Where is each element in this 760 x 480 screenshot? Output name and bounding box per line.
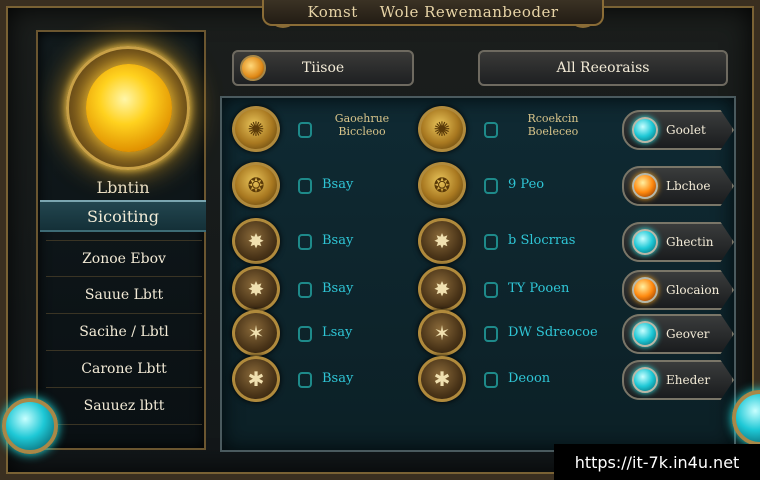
medal-icon[interactable]: ✸	[232, 218, 280, 264]
reward-row: ✺ Gaoehrue Biccleoo ✺ Rcoekcin Boeleceo …	[232, 106, 734, 154]
reward-row: ✱ Bsay ✱ Deoon Eheder	[232, 356, 734, 404]
medal-icon[interactable]: ✱	[232, 356, 280, 402]
corner-teal-orb-icon	[2, 398, 58, 454]
reward-action-button[interactable]: Geover	[622, 314, 734, 354]
tab-left-label: Tiisoe	[302, 60, 345, 76]
left-menu-item[interactable]: Carone Lbtt	[46, 351, 202, 388]
teal-gem-icon	[632, 367, 658, 393]
reward-left-text: Bsay	[322, 177, 354, 192]
reward-right-text: TY Pooen	[508, 281, 570, 296]
medal-icon[interactable]: ✺	[418, 106, 466, 152]
reward-right-text: Rcoekcin Boeleceo	[527, 112, 579, 138]
slot-icon	[298, 326, 312, 342]
slot-icon	[484, 178, 498, 194]
teal-gem-icon	[632, 229, 658, 255]
reward-left-text: Bsay	[322, 281, 354, 296]
reward-action-label: Goolet	[666, 123, 706, 137]
reward-left-text: Bsay	[322, 233, 354, 248]
reward-action-label: Lbchoe	[666, 179, 711, 193]
left-menu-item[interactable]: Sacihe / Lbtl	[46, 314, 202, 351]
reward-action-label: Glocaion	[666, 283, 720, 297]
medal-icon[interactable]: ❂	[418, 162, 466, 208]
medal-icon[interactable]: ✸	[418, 218, 466, 264]
medal-icon[interactable]: ✶	[232, 310, 280, 356]
slot-icon	[298, 178, 312, 194]
amber-gem-icon	[632, 277, 658, 303]
reward-row: ✸ Bsay ✸ TY Pooen Glocaion	[232, 266, 734, 314]
left-panel-heading: Lbntin	[96, 178, 150, 197]
left-menu-selected-item[interactable]: Sicoiting	[40, 200, 206, 232]
tab-left-header[interactable]: Tiisoe	[232, 50, 414, 86]
reward-action-button[interactable]: Eheder	[622, 360, 734, 400]
reward-right-text: 9 Peo	[508, 177, 545, 192]
left-menu-item[interactable]: Sauuez lbtt	[46, 388, 202, 425]
medal-icon[interactable]: ✸	[232, 266, 280, 312]
reward-action-label: Geover	[666, 327, 710, 341]
left-menu-item[interactable]: Zonoe Ebov	[46, 240, 202, 277]
medal-icon[interactable]: ✸	[418, 266, 466, 312]
reward-action-button[interactable]: Goolet	[622, 110, 734, 150]
medal-icon[interactable]: ✱	[418, 356, 466, 402]
slot-icon	[298, 122, 312, 138]
reward-right-text: b Slocrras	[508, 233, 576, 248]
reward-left-text: Bsay	[322, 371, 354, 386]
teal-gem-icon	[632, 117, 658, 143]
coin-icon	[240, 55, 266, 81]
reward-row: ✶ Lsay ✶ DW Sdreocoe Geover	[232, 310, 734, 358]
watermark-url: https://it-7k.in4u.net	[554, 444, 760, 480]
title-bar: Komst Wole Rewemanbeoder	[262, 0, 604, 26]
reward-right-text: DW Sdreocoe	[508, 325, 598, 340]
amber-gem-icon	[632, 173, 658, 199]
slot-icon	[298, 282, 312, 298]
medal-icon[interactable]: ❂	[232, 162, 280, 208]
medal-icon[interactable]: ✶	[418, 310, 466, 356]
left-menu-list: Zonoe Ebov Sauue Lbtt Sacihe / Lbtl Caro…	[46, 240, 202, 425]
rewards-list-panel: ✺ Gaoehrue Biccleoo ✺ Rcoekcin Boeleceo …	[220, 96, 736, 452]
reward-action-label: Eheder	[666, 373, 711, 387]
medal-icon[interactable]: ✺	[232, 106, 280, 152]
reward-row: ✸ Bsay ✸ b Slocrras Ghectin	[232, 218, 734, 266]
tab-all-resources-label: All Reeoraiss	[556, 60, 650, 76]
slot-icon	[484, 234, 498, 250]
tab-all-resources[interactable]: All Reeoraiss	[478, 50, 728, 86]
reward-action-button[interactable]: Lbchoe	[622, 166, 734, 206]
reward-left-text: Gaoehrue Biccleoo	[334, 112, 390, 138]
teal-gem-icon	[632, 321, 658, 347]
slot-icon	[484, 122, 498, 138]
reward-action-button[interactable]: Glocaion	[622, 270, 734, 310]
slot-icon	[484, 372, 498, 388]
reward-left-text: Lsay	[322, 325, 353, 340]
slot-icon	[298, 372, 312, 388]
reward-row: ❂ Bsay ❂ 9 Peo Lbchoe	[232, 162, 734, 210]
gold-gem-icon	[86, 64, 172, 152]
reward-action-button[interactable]: Ghectin	[622, 222, 734, 262]
slot-icon	[298, 234, 312, 250]
reward-action-label: Ghectin	[666, 235, 714, 249]
left-menu-item[interactable]: Sauue Lbtt	[46, 277, 202, 314]
reward-right-text: Deoon	[508, 371, 551, 386]
title-right: Wole Rewemanbeoder	[379, 3, 559, 21]
title-left: Komst	[307, 3, 358, 21]
slot-icon	[484, 326, 498, 342]
slot-icon	[484, 282, 498, 298]
